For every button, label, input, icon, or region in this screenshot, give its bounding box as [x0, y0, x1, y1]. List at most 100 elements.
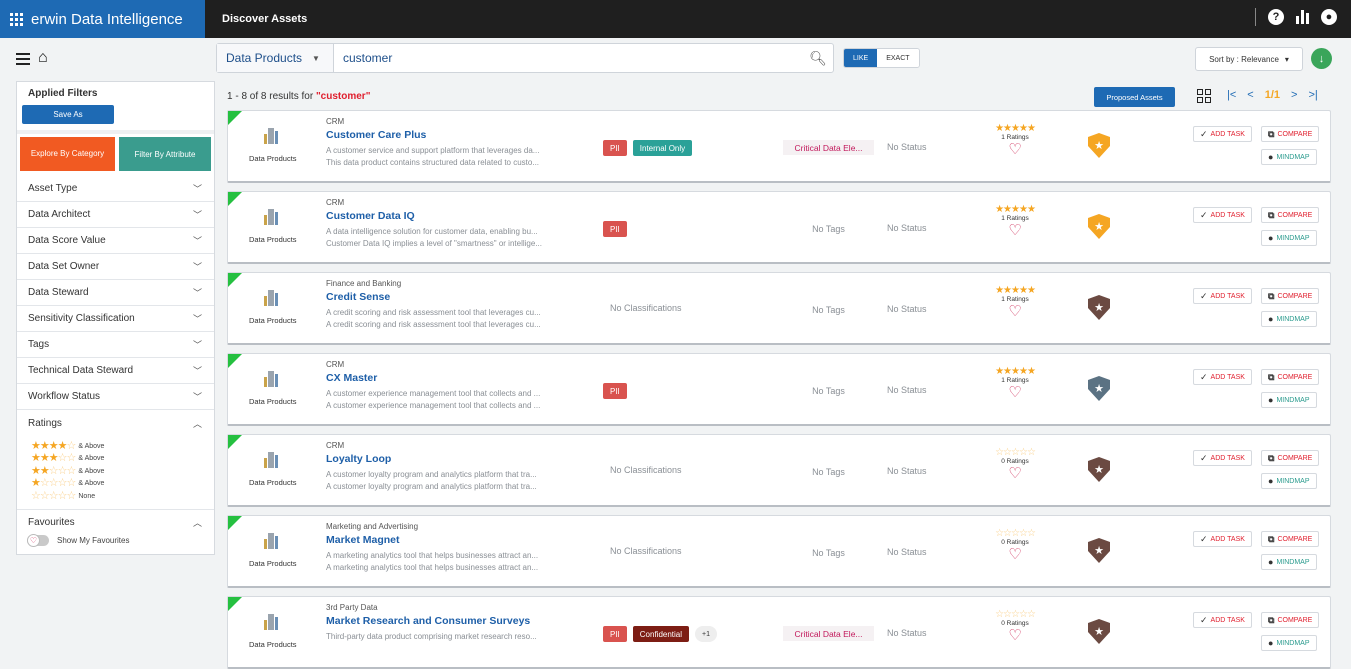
heart-icon[interactable]: ♡	[993, 385, 1037, 401]
heart-icon[interactable]: ♡	[993, 466, 1037, 482]
compare-button[interactable]: ⧉ COMPARE	[1261, 531, 1320, 547]
explore-by-category-button[interactable]: Explore By Category	[20, 137, 115, 171]
trust-shield-icon: ★	[1088, 133, 1110, 158]
add-task-button[interactable]: ✓ ADD TASK	[1193, 450, 1252, 466]
new-indicator	[228, 111, 242, 125]
result-card[interactable]: Data Products CRM Customer Care Plus A cust…	[227, 110, 1331, 183]
result-card[interactable]: Data Products Finance and Banking Credit S…	[227, 272, 1331, 345]
facet-favourites[interactable]: Favourites ︿	[17, 508, 214, 535]
facet-data-score-value[interactable]: Data Score Value ﹀	[17, 228, 214, 254]
star-rating-icon: ★★★★☆	[31, 439, 76, 452]
heart-icon[interactable]: ♡	[993, 142, 1037, 158]
mindmap-button[interactable]: ● MINDMAP	[1261, 473, 1317, 489]
mindmap-button[interactable]: ● MINDMAP	[1261, 149, 1317, 165]
rating-filter-option[interactable]: ★★☆☆☆ & Above	[31, 465, 214, 478]
metrics-icon[interactable]	[1296, 10, 1309, 24]
asset-name-link[interactable]: Customer Care Plus	[326, 129, 426, 141]
filter-by-attribute-button[interactable]: Filter By Attribute	[119, 137, 211, 171]
last-page-button[interactable]: >|	[1308, 89, 1317, 101]
compare-button[interactable]: ⧉ COMPARE	[1261, 612, 1320, 628]
facet-technical-data-steward[interactable]: Technical Data Steward ﹀	[17, 358, 214, 384]
asset-name-link[interactable]: Customer Data IQ	[326, 210, 415, 222]
next-page-button[interactable]: >	[1291, 89, 1297, 101]
exact-toggle[interactable]: EXACT	[877, 49, 919, 67]
add-task-button[interactable]: ✓ ADD TASK	[1193, 531, 1252, 547]
mindmap-button[interactable]: ● MINDMAP	[1261, 392, 1317, 408]
grid-view-icon[interactable]	[1197, 89, 1211, 103]
star-rating-icon: ★☆☆☆☆	[31, 477, 76, 490]
facet-workflow-status[interactable]: Workflow Status ﹀	[17, 384, 214, 410]
mindmap-button[interactable]: ● MINDMAP	[1261, 230, 1317, 246]
home-icon[interactable]: ⌂	[38, 49, 48, 67]
search-input[interactable]	[334, 44, 803, 72]
user-icon[interactable]: ●	[1321, 9, 1337, 25]
add-task-button[interactable]: ✓ ADD TASK	[1193, 207, 1252, 223]
search-icon[interactable]: 🔍︎	[803, 44, 833, 72]
asset-name-link[interactable]: Loyalty Loop	[326, 453, 391, 465]
compare-button[interactable]: ⧉ COMPARE	[1261, 450, 1320, 466]
result-card[interactable]: Data Products Marketing and Advertising Ma…	[227, 515, 1331, 588]
rating-filter-option[interactable]: ★★★☆☆ & Above	[31, 453, 214, 466]
mindmap-label: MINDMAP	[1276, 153, 1310, 161]
help-icon[interactable]: ?	[1268, 9, 1284, 25]
tags-label[interactable]: Critical Data Ele...	[783, 140, 874, 155]
asset-name-link[interactable]: Market Research and Consumer Surveys	[326, 615, 530, 627]
app-brand[interactable]: erwin Data Intelligence	[0, 0, 205, 38]
rating-filter-option[interactable]: ★★★★☆ & Above	[31, 440, 214, 453]
heart-icon[interactable]: ♡	[993, 304, 1037, 320]
heart-icon[interactable]: ♡	[993, 223, 1037, 239]
compare-button[interactable]: ⧉ COMPARE	[1261, 207, 1320, 223]
compare-button[interactable]: ⧉ COMPARE	[1261, 126, 1320, 142]
first-page-button[interactable]: |<	[1227, 89, 1236, 101]
classification-badge[interactable]: PII	[603, 383, 627, 399]
add-task-button[interactable]: ✓ ADD TASK	[1193, 612, 1252, 628]
rating-filter-option[interactable]: ★☆☆☆☆ & Above	[31, 478, 214, 491]
rating-filter-option[interactable]: ☆☆☆☆☆ None	[31, 490, 214, 503]
compare-button[interactable]: ⧉ COMPARE	[1261, 288, 1320, 304]
trust-shield-icon: ★	[1088, 376, 1110, 401]
add-task-button[interactable]: ✓ ADD TASK	[1193, 369, 1252, 385]
classification-badge[interactable]: +1	[695, 626, 718, 642]
asset-name-link[interactable]: CX Master	[326, 372, 377, 384]
result-card[interactable]: Data Products 3rd Party Data Market Resear…	[227, 596, 1331, 669]
facet-asset-type[interactable]: Asset Type ﹀	[17, 176, 214, 202]
heart-icon[interactable]: ♡	[993, 628, 1037, 644]
classification-badge[interactable]: Confidential	[632, 626, 690, 642]
apps-grid-icon[interactable]	[10, 12, 23, 26]
asset-name-link[interactable]: Market Magnet	[326, 534, 400, 546]
add-task-button[interactable]: ✓ ADD TASK	[1193, 288, 1252, 304]
menu-icon[interactable]	[16, 53, 30, 68]
asset-name-link[interactable]: Credit Sense	[326, 291, 390, 303]
classification-badge[interactable]: PII	[603, 221, 627, 237]
show-favourites-toggle[interactable]: ♡ Show My Favourites	[17, 533, 214, 547]
facet-tags[interactable]: Tags ﹀	[17, 332, 214, 358]
heart-icon[interactable]: ♡	[993, 547, 1037, 563]
compare-button[interactable]: ⧉ COMPARE	[1261, 369, 1320, 385]
mindmap-button[interactable]: ● MINDMAP	[1261, 311, 1317, 327]
heart-icon: ♡	[27, 533, 40, 547]
facet-sensitivity-classification[interactable]: Sensitivity Classification ﹀	[17, 306, 214, 332]
download-button[interactable]: ↓	[1311, 48, 1332, 69]
result-card[interactable]: Data Products CRM Loyalty Loop A customer l…	[227, 434, 1331, 507]
facet-data-set-owner[interactable]: Data Set Owner ﹀	[17, 254, 214, 280]
mindmap-button[interactable]: ● MINDMAP	[1261, 635, 1317, 651]
facet-data-steward[interactable]: Data Steward ﹀	[17, 280, 214, 306]
facet-data-architect[interactable]: Data Architect ﹀	[17, 202, 214, 228]
mindmap-button[interactable]: ● MINDMAP	[1261, 554, 1317, 570]
tags-label[interactable]: Critical Data Ele...	[783, 626, 874, 641]
toggle-switch[interactable]: ♡	[27, 533, 49, 547]
asset-domain: CRM	[326, 360, 345, 369]
like-toggle[interactable]: LIKE	[844, 49, 878, 67]
classification-badge[interactable]: PII	[603, 140, 627, 156]
result-card[interactable]: Data Products CRM CX Master A customer expe…	[227, 353, 1331, 426]
add-task-button[interactable]: ✓ ADD TASK	[1193, 126, 1252, 142]
save-as-button[interactable]: Save As	[22, 105, 114, 124]
classification-badge[interactable]: Internal Only	[632, 140, 693, 156]
proposed-assets-button[interactable]: Proposed Assets	[1094, 87, 1175, 107]
asset-type-select[interactable]: Data Products ▼	[217, 44, 334, 72]
sort-dropdown[interactable]: Sort by : Relevance ▾	[1195, 47, 1303, 71]
classification-badge[interactable]: PII	[603, 626, 627, 642]
result-card[interactable]: Data Products CRM Customer Data IQ A data i…	[227, 191, 1331, 264]
facet-ratings[interactable]: Ratings ︿	[17, 410, 214, 436]
prev-page-button[interactable]: <	[1247, 89, 1253, 101]
